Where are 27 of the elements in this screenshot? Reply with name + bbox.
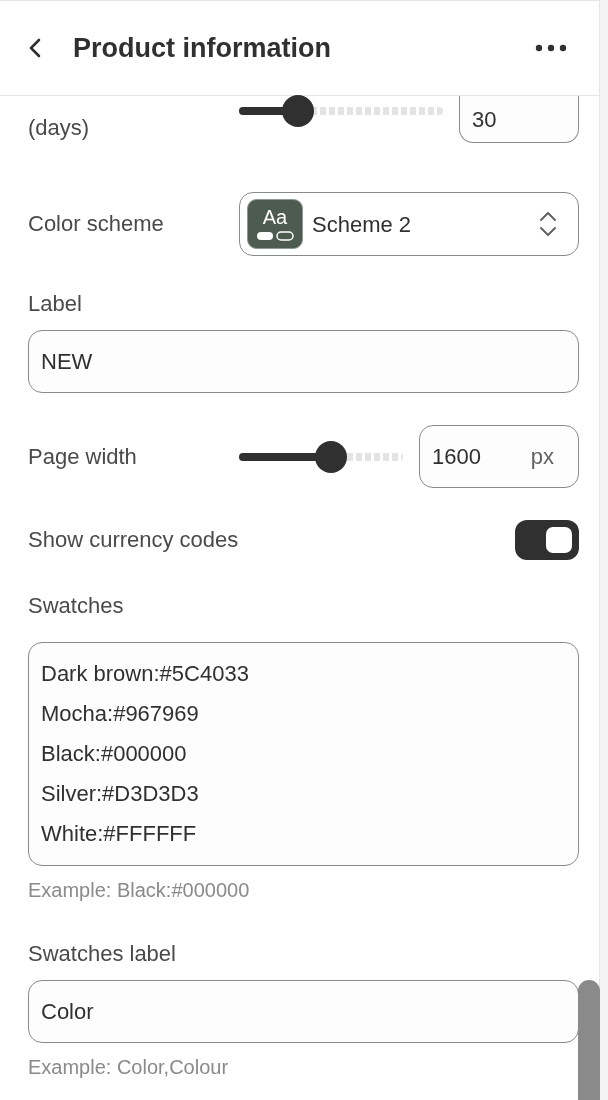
- field-label: Page width: [28, 442, 137, 471]
- more-icon: [535, 44, 567, 52]
- field-label: Show currency codes: [28, 526, 239, 554]
- field-label: Swatches: [28, 592, 125, 620]
- color-scheme-select[interactable]: Aa Scheme 2: [239, 192, 579, 256]
- help-text: Example: Black:#000000: [28, 878, 251, 903]
- text-field[interactable]: Color: [28, 980, 579, 1043]
- toggle-switch[interactable]: [515, 520, 579, 560]
- chevron-left-icon: [28, 37, 42, 59]
- help-text: Example: Color,Colour: [28, 1055, 230, 1080]
- field-label: (days): [28, 114, 91, 142]
- slider[interactable]: [239, 441, 403, 472]
- slider[interactable]: [239, 96, 443, 126]
- slider-thumb[interactable]: [314, 440, 347, 473]
- scrollbar-thumb[interactable]: [578, 980, 600, 1100]
- panel-title: Product information: [73, 31, 332, 65]
- text-field[interactable]: NEW: [28, 330, 579, 393]
- field-label: Color scheme: [28, 210, 164, 238]
- slider-thumb[interactable]: [282, 95, 315, 127]
- select-value: Scheme 2: [312, 210, 413, 239]
- color-scheme-icon: Aa: [247, 199, 303, 249]
- field-label: Swatches label: [28, 940, 177, 968]
- field-label: Label: [28, 290, 83, 318]
- swatches-textarea[interactable]: Dark brown:#5C4033 Mocha:#967969 Black:#000000 Silver:#D3D3D3 White:#FFFFFF: [28, 642, 579, 866]
- number-field[interactable]: 1600 px: [419, 425, 579, 488]
- number-field[interactable]: 30: [459, 96, 579, 143]
- chevron-updown-icon: [539, 210, 557, 238]
